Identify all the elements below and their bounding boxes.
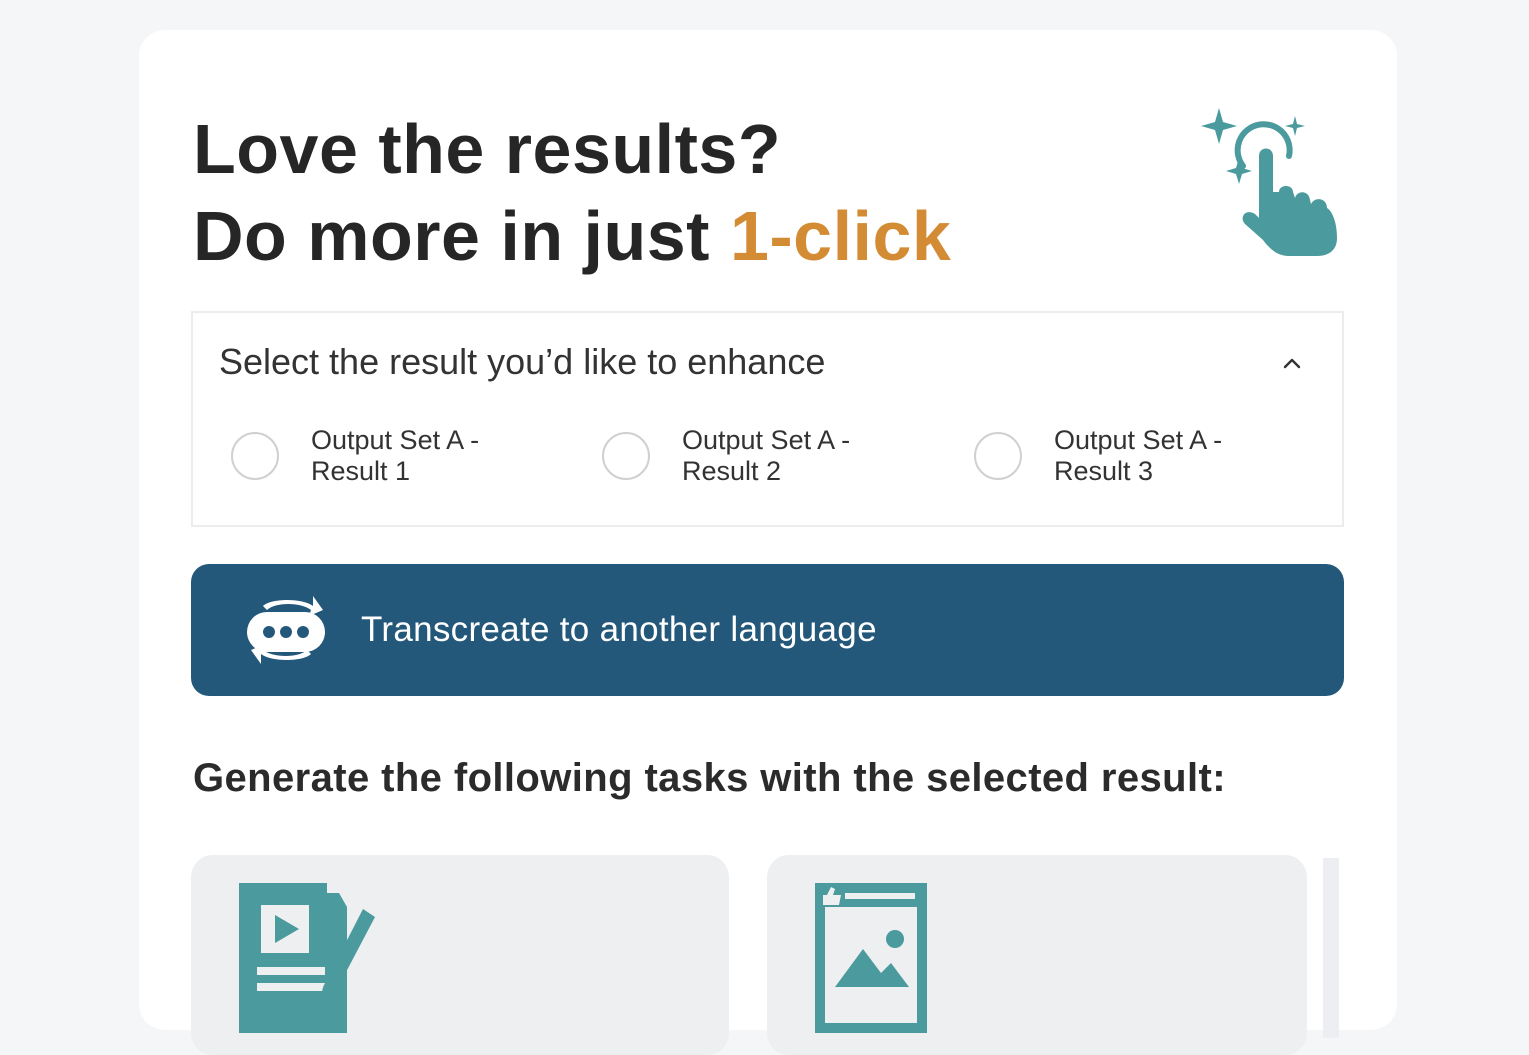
transcreate-chat-icon	[247, 596, 325, 664]
result-option-label: Output Set A - Result 3	[1054, 425, 1223, 486]
carousel-next-card-edge[interactable]	[1323, 858, 1339, 1038]
result-option-2[interactable]: Output Set A - Result 2	[602, 421, 892, 491]
headline-line-2: Do more in just 1-click	[193, 193, 951, 280]
radio-button[interactable]	[974, 432, 1022, 480]
result-selector-title: Select the result you’d like to enhance	[219, 341, 826, 382]
chevron-up-icon[interactable]	[1280, 351, 1304, 375]
transcreate-button-label: Transcreate to another language	[361, 610, 877, 649]
headline-accent: 1-click	[729, 197, 952, 275]
tasks-heading: Generate the following tasks with the se…	[193, 756, 1226, 800]
task-card-video-script[interactable]	[191, 855, 729, 1055]
click-hand-icon	[1201, 108, 1337, 256]
radio-button[interactable]	[231, 432, 279, 480]
upsell-card: Love the results? Do more in just 1-clic…	[139, 30, 1397, 1055]
transcreate-button[interactable]: Transcreate to another language	[191, 564, 1344, 696]
result-option-label: Output Set A - Result 2	[682, 425, 851, 486]
social-post-image-icon	[815, 883, 927, 1033]
result-option-3[interactable]: Output Set A - Result 3	[974, 421, 1264, 491]
video-script-icon	[239, 883, 375, 1033]
task-card-social-post[interactable]	[767, 855, 1307, 1055]
headline-line-1: Love the results?	[193, 110, 782, 188]
result-selector: Select the result you’d like to enhance …	[191, 311, 1344, 527]
radio-button[interactable]	[602, 432, 650, 480]
headline: Love the results? Do more in just 1-clic…	[193, 106, 951, 280]
result-option-label: Output Set A - Result 1	[311, 425, 480, 486]
result-option-1[interactable]: Output Set A - Result 1	[231, 421, 521, 491]
headline-line-2-prefix: Do more in just	[193, 197, 730, 275]
